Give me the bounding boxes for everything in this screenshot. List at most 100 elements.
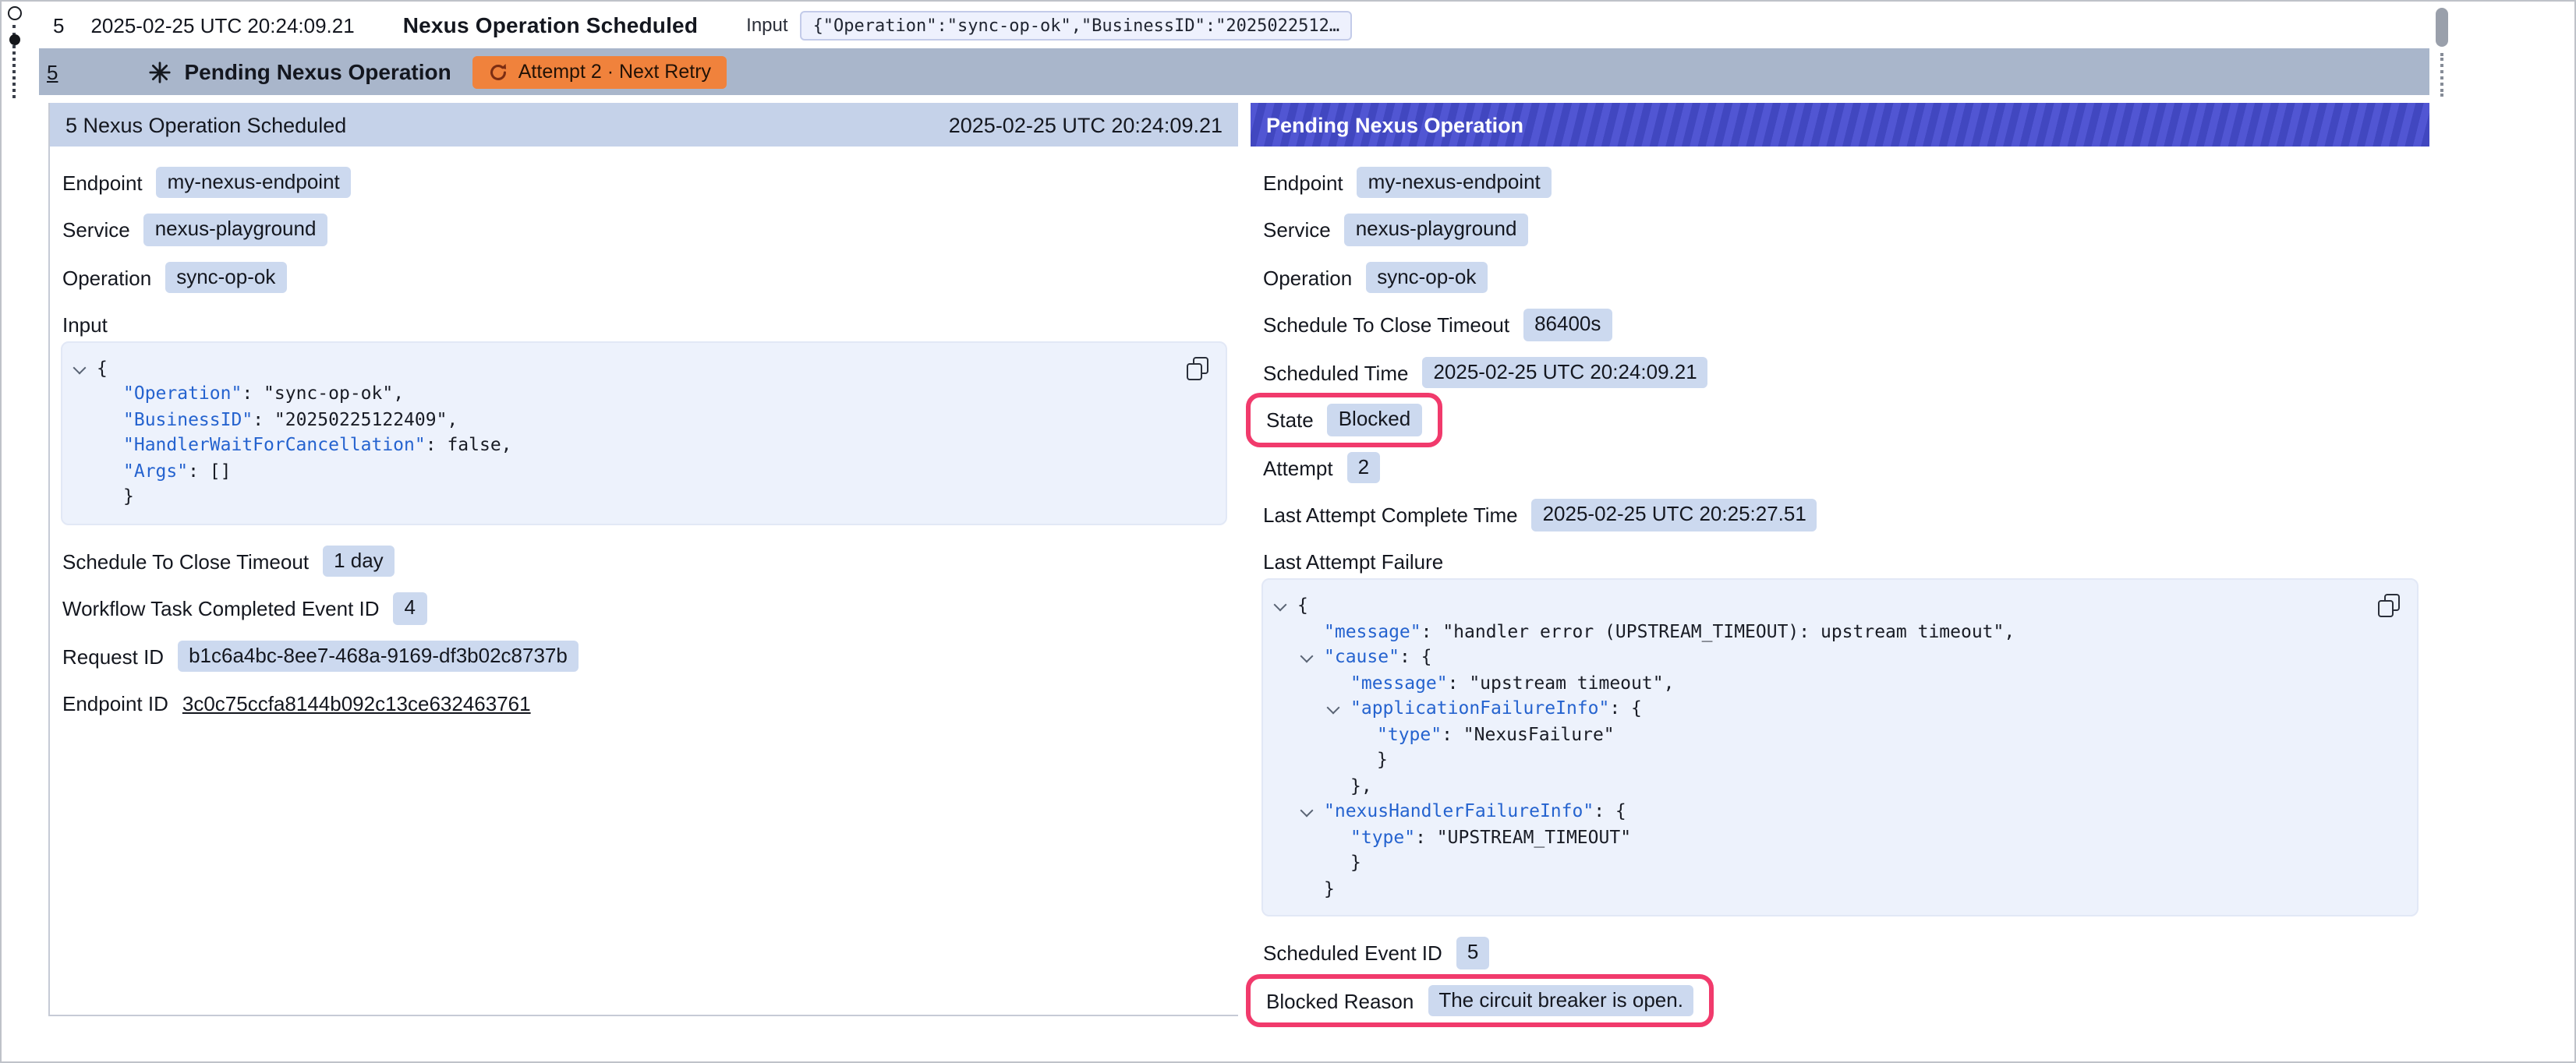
- field-row-operation: Operation sync-op-ok: [62, 261, 1238, 294]
- field-value-link[interactable]: 3c0c75ccfa8144b092c13ce632463761: [182, 692, 531, 715]
- chevron-down-icon[interactable]: [1325, 701, 1343, 719]
- field-row-attempt: Attempt 2: [1263, 451, 2429, 484]
- code-line: }: [1269, 849, 2361, 875]
- code-line: },: [1269, 772, 2361, 798]
- field-value-badge: 2: [1347, 451, 1380, 484]
- field-label: Endpoint: [1263, 171, 1343, 194]
- field-row-endpoint: Endpoint my-nexus-endpoint: [1263, 166, 2429, 199]
- chevron-down-icon[interactable]: [1299, 650, 1316, 667]
- field-value-badge: sync-op-ok: [165, 261, 286, 294]
- field-value-badge: my-nexus-endpoint: [1357, 166, 1552, 199]
- event-id-link[interactable]: 5: [47, 60, 58, 83]
- input-section-label: Input: [62, 313, 1238, 336]
- field-row-scheduled-event-id: Scheduled Event ID 5: [1263, 937, 2429, 969]
- field-row-endpoint: Endpoint my-nexus-endpoint: [62, 166, 1238, 199]
- code-line: "type": "UPSTREAM_TIMEOUT": [1269, 824, 2361, 849]
- field-value-badge: 2025-02-25 UTC 20:25:27.51: [1532, 499, 1817, 532]
- code-line: "message": "upstream timeout",: [1269, 669, 2361, 695]
- field-label: Last Attempt Complete Time: [1263, 503, 1518, 527]
- code-line: "Args": []: [69, 457, 1169, 483]
- field-value-badge: 86400s: [1523, 309, 1612, 341]
- code-line: "cause": {: [1269, 644, 2361, 669]
- field-value-badge: nexus-playground: [1345, 214, 1528, 246]
- field-row-workflow-task-completed-event-id: Workflow Task Completed Event ID 4: [62, 592, 1238, 625]
- code-line: }: [69, 483, 1169, 509]
- copy-icon[interactable]: [2378, 594, 2400, 617]
- event-detail-panel-scheduled: 5 Nexus Operation Scheduled 2025-02-25 U…: [48, 103, 1238, 1016]
- asterisk-icon: [148, 60, 172, 83]
- field-value-badge: b1c6a4bc-8ee7-468a-9169-df3b02c8737b: [178, 640, 579, 673]
- event-row-pending-nexus-operation[interactable]: 5 Pending Nexus Operation Attempt 2 · Ne…: [39, 48, 2429, 95]
- field-label: State: [1266, 408, 1314, 432]
- field-value-badge: 1 day: [323, 545, 395, 577]
- timeline-rail: [2, 2, 39, 204]
- code-line: "type": "NexusFailure": [1269, 721, 2361, 747]
- field-label: Schedule To Close Timeout: [1263, 313, 1509, 337]
- field-value-badge: Blocked: [1328, 404, 1422, 436]
- field-label: Endpoint ID: [62, 692, 168, 715]
- event-row-nexus-operation-scheduled[interactable]: 5 2025-02-25 UTC 20:24:09.21 Nexus Opera…: [39, 3, 2425, 47]
- chevron-down-icon[interactable]: [72, 361, 89, 378]
- code-line: }: [1269, 875, 2361, 901]
- pending-operation-title: Pending Nexus Operation: [184, 59, 451, 84]
- last-attempt-failure-label: Last Attempt Failure: [1263, 550, 2429, 574]
- code-line: "Operation": "sync-op-ok",: [69, 380, 1169, 406]
- field-label: Scheduled Time: [1263, 361, 1408, 384]
- field-row-last-attempt-complete-time: Last Attempt Complete Time 2025-02-25 UTC…: [1263, 499, 2429, 532]
- chevron-down-icon[interactable]: [1272, 599, 1290, 616]
- field-row-schedule-to-close-timeout: Schedule To Close Timeout 86400s: [1263, 309, 2429, 341]
- field-value-badge: The circuit breaker is open.: [1428, 984, 1694, 1017]
- annotation-highlight: State Blocked: [1246, 393, 1442, 447]
- event-title: Nexus Operation Scheduled: [403, 12, 698, 37]
- field-value-badge: 4: [394, 592, 426, 625]
- field-row-scheduled-time: Scheduled Time 2025-02-25 UTC 20:24:09.21: [1263, 356, 2429, 389]
- temporal-event-history-window: 5 2025-02-25 UTC 20:24:09.21 Nexus Opera…: [0, 0, 2576, 1063]
- scrollbar-dotted-track: [2440, 53, 2443, 97]
- code-line: "HandlerWaitForCancellation": false,: [69, 432, 1169, 457]
- field-row-request-id: Request IDb1c6a4bc-8ee7-468a-9169-df3b02…: [62, 640, 1238, 673]
- code-line: "nexusHandlerFailureInfo": {: [1269, 798, 2361, 824]
- field-label: Workflow Task Completed Event ID: [62, 597, 380, 620]
- code-line: "message": "handler error (UPSTREAM_TIME…: [1269, 618, 2361, 644]
- timeline-dot-icon: [9, 34, 20, 45]
- field-row-state: State Blocked: [1263, 404, 2429, 436]
- input-json-viewer: {"Operation": "sync-op-ok","BusinessID":…: [61, 341, 1227, 524]
- event-id[interactable]: 5: [53, 13, 64, 37]
- code-line: }: [1269, 747, 2361, 772]
- code-line: {: [1269, 592, 2361, 618]
- field-value-badge: sync-op-ok: [1366, 261, 1487, 294]
- event-detail-timestamp: 2025-02-25 UTC 20:24:09.21: [949, 113, 1223, 136]
- code-line: "BusinessID": "20250225122409",: [69, 406, 1169, 432]
- field-label: Operation: [62, 266, 151, 289]
- code-line: "applicationFailureInfo": {: [1269, 695, 2361, 721]
- failure-json-viewer: {"message": "handler error (UPSTREAM_TIM…: [1261, 578, 2419, 916]
- field-label: Blocked Reason: [1266, 989, 1414, 1012]
- field-row-service: Service nexus-playground: [1263, 214, 2429, 246]
- field-value-badge: 5: [1456, 937, 1489, 969]
- timeline-node-icon: [8, 6, 22, 20]
- field-row-blocked-reason: Blocked Reason The circuit breaker is ope…: [1263, 984, 2429, 1017]
- retry-badge-label: Attempt 2 · Next Retry: [518, 61, 711, 83]
- copy-icon[interactable]: [1187, 356, 1208, 380]
- field-label: Attempt: [1263, 456, 1333, 479]
- pending-operation-header: Pending Nexus Operation: [1251, 103, 2429, 147]
- chevron-down-icon[interactable]: [1299, 804, 1316, 821]
- field-label: Scheduled Event ID: [1263, 941, 1442, 965]
- field-value-badge: 2025-02-25 UTC 20:24:09.21: [1422, 356, 1707, 389]
- input-preview-chip[interactable]: {"Operation":"sync-op-ok","BusinessID":"…: [801, 10, 1353, 40]
- field-row-operation: Operation sync-op-ok: [1263, 261, 2429, 294]
- code-line: {: [69, 355, 1169, 380]
- field-row-service: Servicenexus-playground: [62, 214, 1238, 246]
- field-label: Endpoint: [62, 171, 143, 194]
- field-label: Service: [1263, 218, 1331, 242]
- scrollbar-thumb[interactable]: [2436, 8, 2448, 47]
- field-row-endpoint-id: Endpoint ID 3c0c75ccfa8144b092c13ce632463…: [62, 687, 1238, 720]
- field-label: Operation: [1263, 266, 1352, 289]
- field-value-badge: my-nexus-endpoint: [157, 166, 351, 199]
- field-value-badge: nexus-playground: [144, 214, 327, 246]
- retry-attempt-badge[interactable]: Attempt 2 · Next Retry: [473, 55, 727, 88]
- field-row-schedule-to-close-timeout: Schedule To Close Timeout1 day: [62, 545, 1238, 577]
- retry-icon: [489, 62, 509, 82]
- event-detail-title: 5 Nexus Operation Scheduled: [65, 113, 346, 136]
- pending-operation-panel: Pending Nexus Operation Endpoint my-nexus…: [1251, 103, 2429, 1032]
